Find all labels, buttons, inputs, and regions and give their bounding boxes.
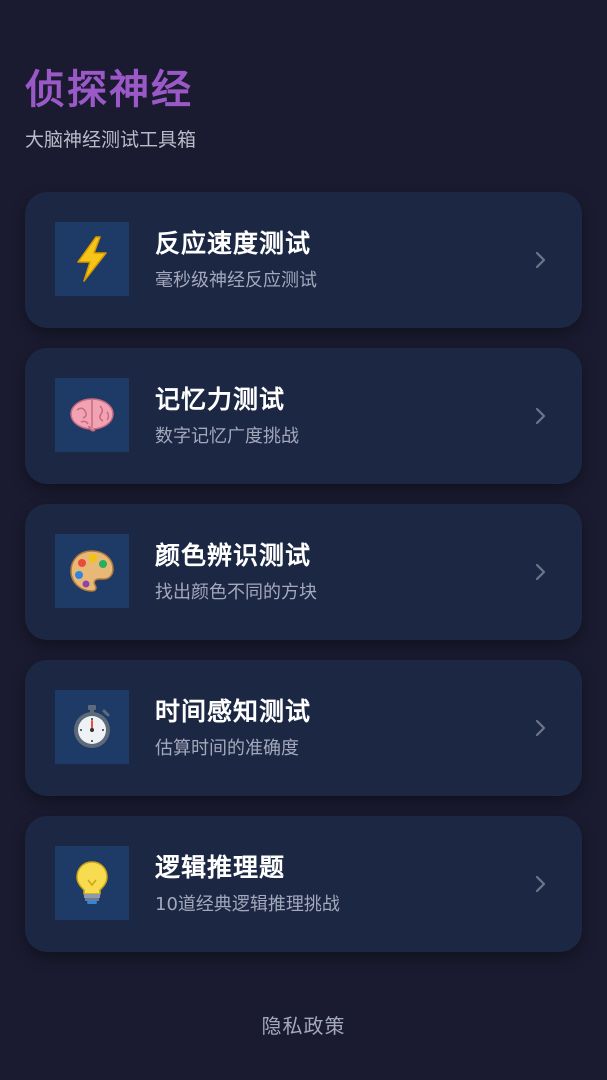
card-color-test[interactable]: 颜色辨识测试 找出颜色不同的方块 (25, 504, 582, 640)
card-memory-test[interactable]: 记忆力测试 数字记忆广度挑战 (25, 348, 582, 484)
chevron-right-icon (528, 872, 552, 896)
lightning-icon (55, 222, 129, 296)
card-title: 逻辑推理题 (155, 853, 286, 882)
card-title: 反应速度测试 (155, 229, 312, 258)
card-description: 估算时间的准确度 (155, 738, 299, 759)
card-title: 颜色辨识测试 (155, 541, 312, 570)
card-description: 找出颜色不同的方块 (155, 582, 317, 603)
app-subtitle: 大脑神经测试工具箱 (25, 129, 197, 151)
card-reaction-test[interactable]: 反应速度测试 毫秒级神经反应测试 (25, 192, 582, 328)
brain-icon (55, 378, 129, 452)
app-title: 侦探神经 (25, 67, 193, 113)
stopwatch-icon (55, 690, 129, 764)
lightbulb-icon (55, 846, 129, 920)
privacy-policy-link[interactable]: 隐私政策 (0, 1010, 607, 1042)
chevron-right-icon (528, 404, 552, 428)
card-time-test[interactable]: 时间感知测试 估算时间的准确度 (25, 660, 582, 796)
card-description: 数字记忆广度挑战 (155, 426, 299, 447)
test-card-list: 反应速度测试 毫秒级神经反应测试 记忆力测试 数字记忆广度挑战 颜色辨识测试 找… (25, 192, 582, 972)
card-title: 时间感知测试 (155, 697, 312, 726)
card-description: 毫秒级神经反应测试 (155, 270, 317, 291)
chevron-right-icon (528, 248, 552, 272)
card-logic-test[interactable]: 逻辑推理题 10道经典逻辑推理挑战 (25, 816, 582, 952)
chevron-right-icon (528, 716, 552, 740)
card-description: 10道经典逻辑推理挑战 (155, 894, 340, 915)
palette-icon (55, 534, 129, 608)
chevron-right-icon (528, 560, 552, 584)
card-title: 记忆力测试 (155, 385, 286, 414)
